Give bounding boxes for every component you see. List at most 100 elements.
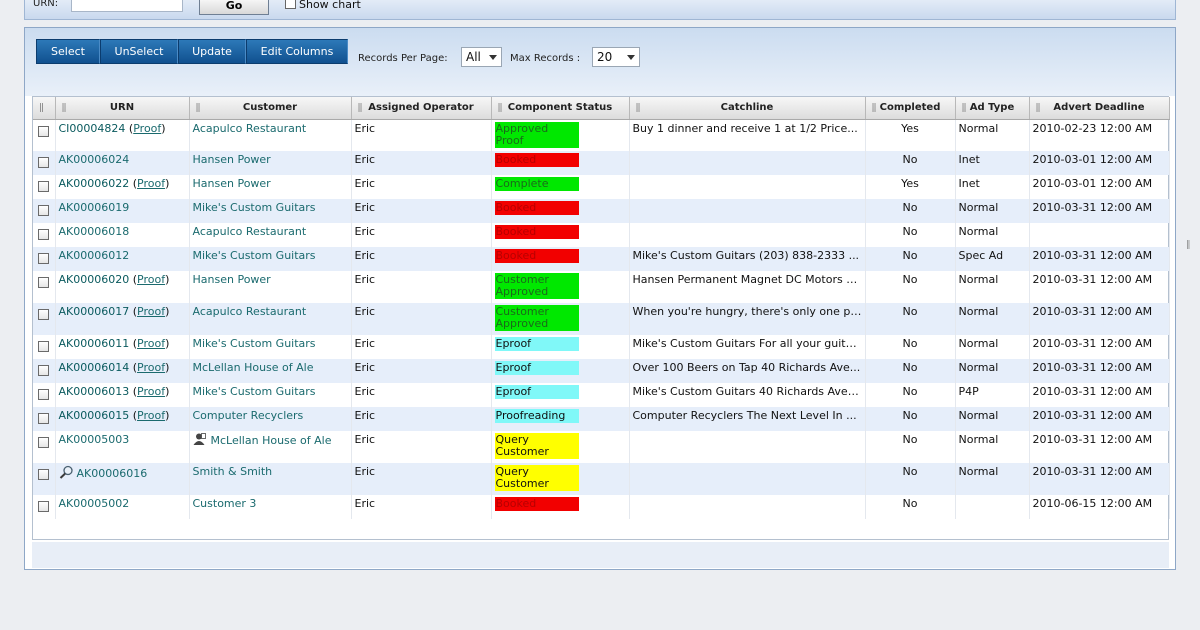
urn-link[interactable]: AK00006019: [59, 201, 130, 214]
customer-link[interactable]: McLellan House of Ale: [193, 361, 314, 374]
row-checkbox[interactable]: [38, 365, 50, 376]
table-row[interactable]: AK00006019 Mike's Custom Guitars Eric Booke…: [33, 199, 1170, 223]
row-checkbox[interactable]: [38, 341, 50, 352]
urn-link[interactable]: AK00006011: [59, 337, 130, 350]
show-chart-checkbox[interactable]: [285, 0, 296, 9]
column-grip-icon[interactable]: ||: [1036, 103, 1041, 113]
column-header-ad-type[interactable]: || Ad Type: [955, 97, 1030, 120]
ad-type-cell: Spec Ad: [955, 247, 1030, 271]
table-row[interactable]: AK00006016 Smith & Smith Eric Query Custome…: [33, 463, 1170, 495]
urn-link[interactable]: AK00006014: [59, 361, 130, 374]
customer-link[interactable]: Mike's Custom Guitars: [193, 201, 316, 214]
deadline-cell: 2010-03-31 12:00 AM: [1029, 303, 1170, 335]
row-checkbox[interactable]: [38, 309, 50, 320]
column-grip-icon[interactable]: ||: [636, 103, 641, 113]
proof-link[interactable]: Proof: [137, 385, 165, 398]
magnifier-icon[interactable]: [59, 465, 75, 479]
row-checkbox[interactable]: [38, 205, 50, 216]
column-header-operator[interactable]: || Assigned Operator: [351, 97, 492, 120]
table-row[interactable]: AK00006015 (Proof) Computer Recyclers Eric…: [33, 407, 1170, 431]
completed-cell: No: [865, 431, 956, 463]
customer-link[interactable]: Mike's Custom Guitars: [193, 249, 316, 262]
column-grip-icon[interactable]: ||: [872, 103, 877, 113]
customer-link[interactable]: Computer Recyclers: [193, 409, 304, 422]
row-checkbox[interactable]: [38, 253, 50, 264]
operator-cell: Eric: [351, 335, 492, 359]
proof-link[interactable]: Proof: [137, 337, 165, 350]
customer-link[interactable]: Mike's Custom Guitars: [193, 385, 316, 398]
proof-link[interactable]: Proof: [137, 273, 165, 286]
table-row[interactable]: AK00006014 (Proof) McLellan House of Ale E…: [33, 359, 1170, 383]
row-checkbox[interactable]: [38, 125, 50, 137]
row-checkbox[interactable]: [38, 277, 50, 288]
table-row[interactable]: AK00006011 (Proof) Mike's Custom Guitars E…: [33, 335, 1170, 359]
urn-link[interactable]: AK00005002: [59, 497, 130, 510]
table-row[interactable]: AK00006022 (Proof) Hansen Power Eric Comple…: [33, 175, 1170, 199]
customer-link[interactable]: Acapulco Restaurant: [193, 225, 307, 238]
table-row[interactable]: AK00005002 Customer 3 Eric Booked No 2010-06-…: [33, 495, 1170, 519]
row-checkbox[interactable]: [38, 437, 50, 448]
row-checkbox[interactable]: [38, 501, 50, 512]
urn-link[interactable]: AK00006016: [77, 467, 148, 480]
table-row[interactable]: AK00006017 (Proof) Acapulco Restaurant Eri…: [33, 303, 1170, 335]
proof-link[interactable]: Proof: [137, 409, 165, 422]
unselect-button[interactable]: UnSelect: [100, 39, 178, 64]
column-grip-icon[interactable]: ||: [498, 103, 503, 113]
go-button[interactable]: Go: [199, 0, 269, 15]
row-checkbox[interactable]: [38, 389, 50, 400]
column-grip-icon[interactable]: ||: [358, 103, 363, 113]
urn-input[interactable]: [71, 0, 183, 12]
urn-link[interactable]: AK00006024: [59, 153, 130, 166]
urn-link[interactable]: AK00005003: [59, 433, 130, 446]
proof-link[interactable]: Proof: [137, 305, 165, 318]
column-header-customer[interactable]: || Customer: [189, 97, 352, 120]
edit-columns-button[interactable]: Edit Columns: [246, 39, 348, 64]
update-button[interactable]: Update: [178, 39, 246, 64]
row-checkbox[interactable]: [38, 413, 50, 424]
customer-link[interactable]: Hansen Power: [193, 153, 271, 166]
proof-link[interactable]: Proof: [137, 177, 165, 190]
column-grip-icon[interactable]: ||: [196, 103, 201, 113]
customer-link[interactable]: McLellan House of Ale: [211, 434, 332, 447]
column-header-status[interactable]: || Component Status: [491, 97, 630, 120]
urn-link[interactable]: AK00006020: [59, 273, 130, 286]
urn-link[interactable]: AK00006017: [59, 305, 130, 318]
table-row[interactable]: AK00006013 (Proof) Mike's Custom Guitars E…: [33, 383, 1170, 407]
urn-link[interactable]: AK00006022: [59, 177, 130, 190]
customer-link[interactable]: Customer 3: [193, 497, 257, 510]
records-per-page-select[interactable]: All: [461, 47, 502, 67]
urn-link[interactable]: AK00006015: [59, 409, 130, 422]
customer-link[interactable]: Hansen Power: [193, 273, 271, 286]
customer-link[interactable]: Acapulco Restaurant: [193, 122, 307, 135]
customer-link[interactable]: Mike's Custom Guitars: [193, 337, 316, 350]
column-grip-icon[interactable]: ||: [962, 103, 967, 113]
customer-link[interactable]: Smith & Smith: [193, 465, 273, 478]
max-records-select[interactable]: 20: [592, 47, 640, 67]
urn-link[interactable]: AK00006012: [59, 249, 130, 262]
show-chart-toggle[interactable]: Show chart: [285, 0, 361, 11]
urn-link[interactable]: AK00006013: [59, 385, 130, 398]
urn-link[interactable]: AK00006018: [59, 225, 130, 238]
customer-link[interactable]: Acapulco Restaurant: [193, 305, 307, 318]
select-button[interactable]: Select: [36, 39, 100, 64]
table-row[interactable]: AK00005003 McLellan House of Ale Eric Query…: [33, 431, 1170, 463]
customer-link[interactable]: Hansen Power: [193, 177, 271, 190]
column-header-urn[interactable]: || URN: [55, 97, 190, 120]
column-header-completed[interactable]: || Completed: [865, 97, 956, 120]
proof-link[interactable]: Proof: [133, 122, 161, 135]
urn-link[interactable]: CI00004824: [59, 122, 126, 135]
table-row[interactable]: AK00006024 Hansen Power Eric Booked No Inet 20…: [33, 151, 1170, 175]
proof-link[interactable]: Proof: [137, 361, 165, 374]
column-header-deadline[interactable]: || Advert Deadline: [1029, 97, 1170, 120]
table-row[interactable]: AK00006020 (Proof) Hansen Power Eric Custom…: [33, 271, 1170, 303]
column-header-catchline[interactable]: || Catchline: [629, 97, 866, 120]
table-row[interactable]: AK00006018 Acapulco Restaurant Eric Booked N…: [33, 223, 1170, 247]
row-checkbox[interactable]: [38, 157, 50, 168]
row-checkbox[interactable]: [38, 181, 50, 192]
table-row[interactable]: AK00006012 Mike's Custom Guitars Eric Booke…: [33, 247, 1170, 271]
row-checkbox[interactable]: [38, 469, 50, 480]
resize-handle-icon[interactable]: ‖: [1186, 240, 1191, 250]
table-row[interactable]: CI00004824 (Proof) Acapulco Restaurant Eri…: [33, 119, 1170, 151]
column-grip-icon[interactable]: ||: [62, 103, 67, 113]
row-checkbox[interactable]: [38, 229, 50, 240]
